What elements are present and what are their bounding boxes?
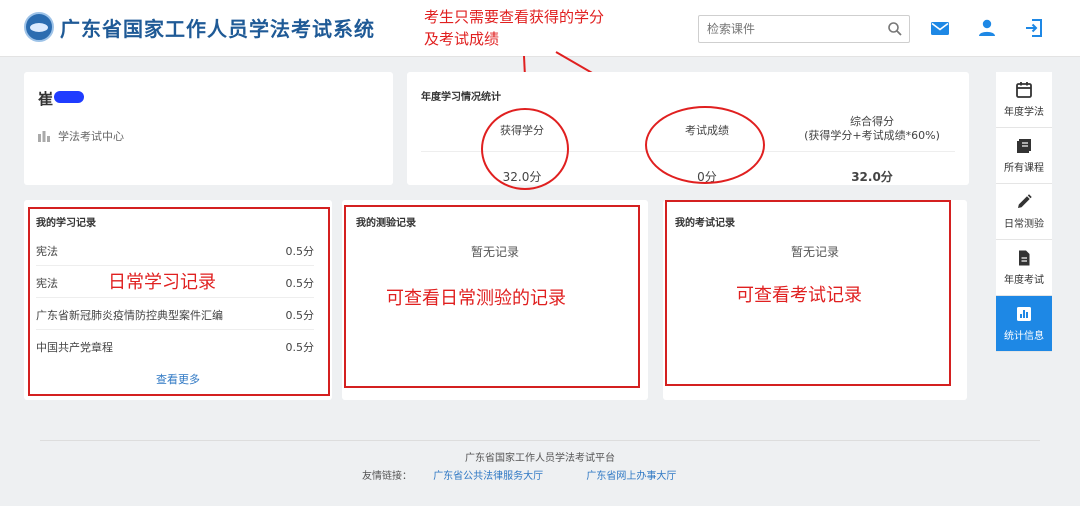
user-card: 崔 学法考试中心 <box>24 72 393 185</box>
footer-divider <box>40 440 1040 441</box>
emblem-icon <box>24 12 54 42</box>
user-icon[interactable] <box>976 17 998 39</box>
footer-links: 友情链接： 广东省公共法律服务大厅 广东省网上办事大厅 <box>362 467 676 482</box>
nav-item-annual-exam[interactable]: 年度考试 <box>996 240 1052 296</box>
nav-item-all-courses[interactable]: 所有课程 <box>996 128 1052 184</box>
nav-label: 日常测验 <box>1004 219 1044 230</box>
total-score-label: 综合得分 (获得学分+考试成绩*60%) <box>804 115 940 142</box>
nav-item-statistics[interactable]: 统计信息 <box>996 296 1052 352</box>
pencil-icon <box>1018 194 1032 208</box>
nav-item-annual-study[interactable]: 年度学法 <box>996 72 1052 128</box>
search-input[interactable] <box>699 16 879 42</box>
nav-label: 年度学法 <box>1004 107 1044 118</box>
annotation-box-study <box>28 207 330 396</box>
annotation-study-records: 日常学习记录 <box>108 272 216 293</box>
search-icon[interactable] <box>887 21 903 37</box>
exam-center-link[interactable]: 学法考试中心 <box>38 128 124 144</box>
footer-link-online-services[interactable]: 广东省网上办事大厅 <box>586 471 676 482</box>
nav-item-daily-quiz[interactable]: 日常测验 <box>996 184 1052 240</box>
side-nav: 年度学法 所有课程 日常测验 年度考试 统计信息 <box>996 72 1052 352</box>
nav-label: 统计信息 <box>1004 331 1044 342</box>
nav-label: 所有课程 <box>1004 163 1044 174</box>
total-score-value: 32.0分 <box>851 170 893 184</box>
footer-links-label: 友情链接： <box>362 471 412 482</box>
search-box <box>698 15 910 43</box>
exam-center-label: 学法考试中心 <box>58 130 124 143</box>
stats-title: 年度学习情况统计 <box>421 92 501 103</box>
annotation-quiz-records: 可查看日常测验的记录 <box>386 288 566 309</box>
bar-chart-icon <box>38 130 50 142</box>
calendar-icon <box>1016 82 1032 98</box>
annotation-credits-note: 考生只需要查看获得的学分 及考试成绩 <box>424 6 604 50</box>
nav-label: 年度考试 <box>1004 275 1044 286</box>
book-icon <box>1017 139 1031 153</box>
logout-icon[interactable] <box>1023 17 1045 39</box>
footer-platform-name: 广东省国家工作人员学法考试平台 <box>465 453 615 464</box>
footer-link-legal-services[interactable]: 广东省公共法律服务大厅 <box>433 471 543 482</box>
site-logo[interactable]: 广东省国家工作人员学法考试系统 <box>24 12 375 42</box>
annotation-circle-exam <box>645 106 765 184</box>
document-icon <box>1019 250 1030 266</box>
user-name: 崔 <box>38 90 54 108</box>
annotation-circle-credits <box>481 108 569 190</box>
annotation-line-2: 及考试成绩 <box>424 30 500 48</box>
redacted-name-mark <box>54 91 84 103</box>
chart-icon <box>1017 307 1031 321</box>
annotation-exam-records: 可查看考试记录 <box>736 285 862 306</box>
annotation-line-1: 考生只需要查看获得的学分 <box>424 8 605 26</box>
site-title: 广东省国家工作人员学法考试系统 <box>60 16 375 41</box>
mail-icon[interactable] <box>929 17 951 39</box>
